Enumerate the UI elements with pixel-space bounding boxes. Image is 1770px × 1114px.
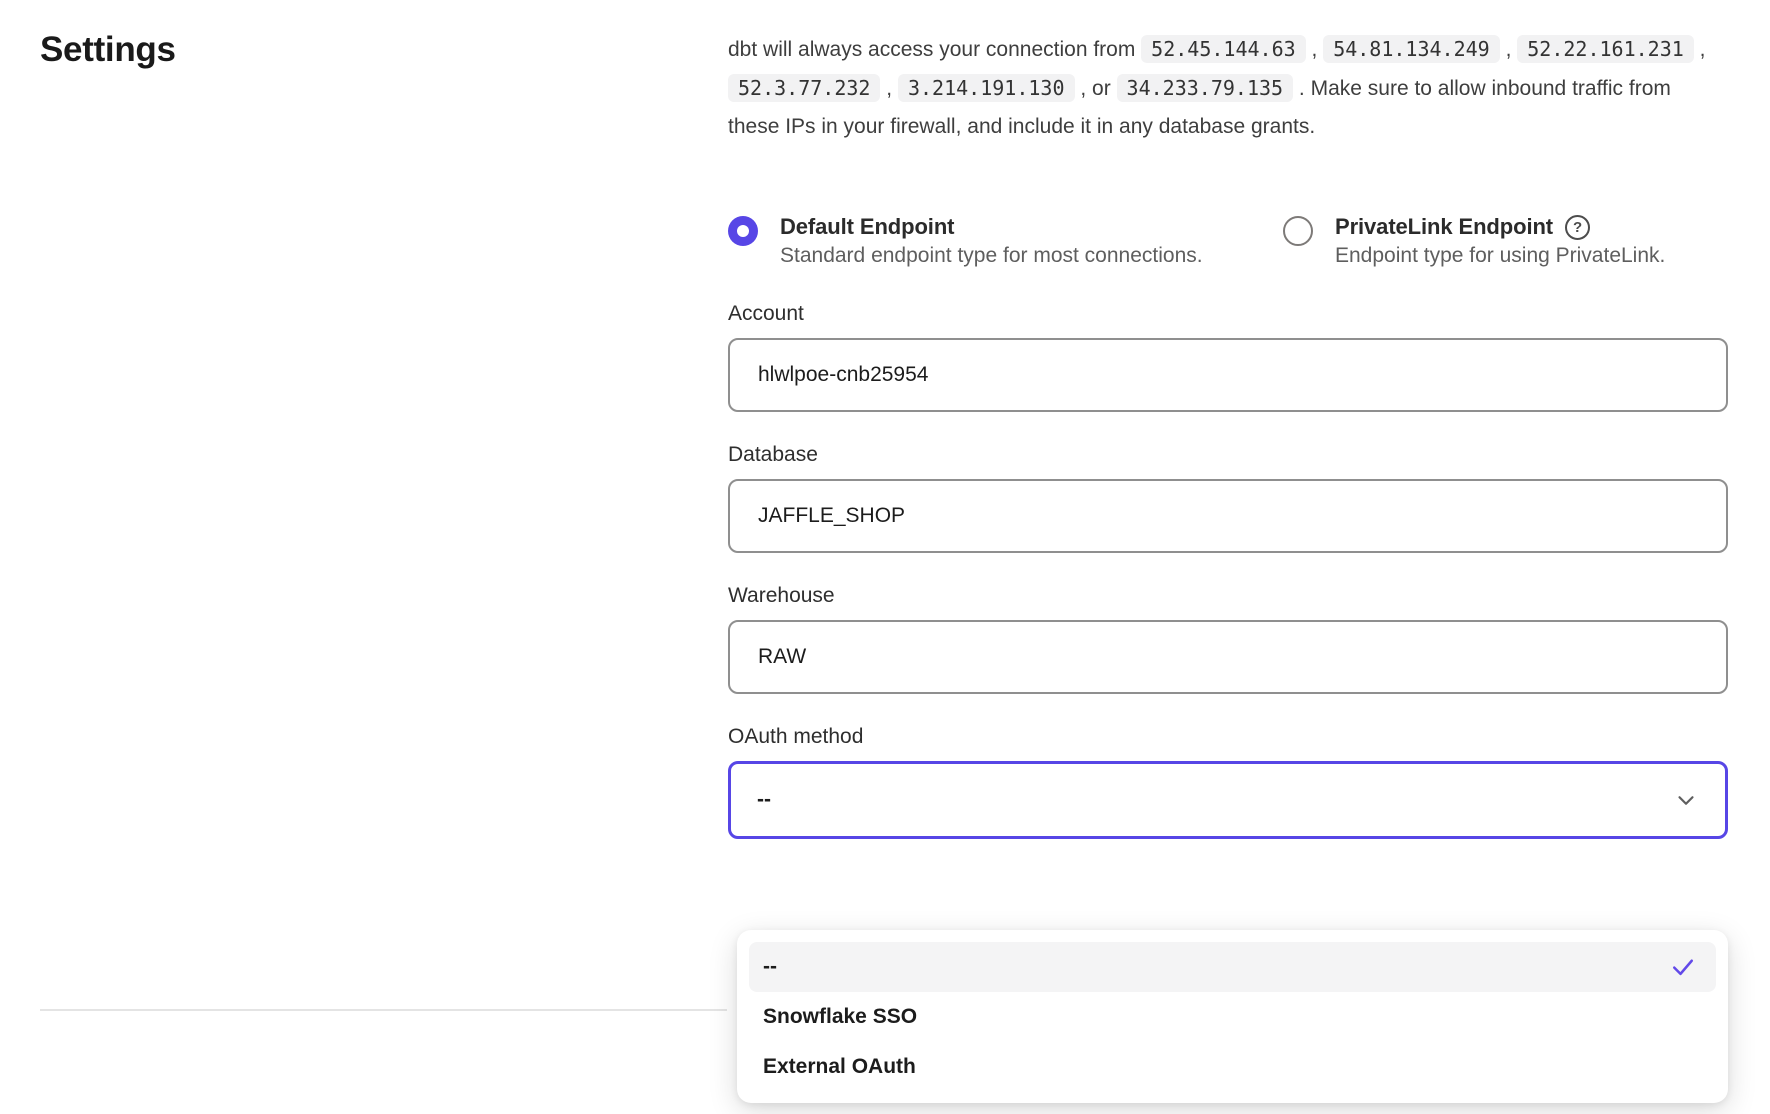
notice-text: , [1306, 38, 1324, 61]
option-label: Snowflake SSO [763, 1005, 917, 1029]
warehouse-input[interactable] [728, 620, 1728, 694]
field-group-oauth-method: OAuth method -- [728, 725, 1728, 839]
radio-option-privatelink-endpoint[interactable]: PrivateLink Endpoint ? Endpoint type for… [1283, 214, 1665, 272]
notice-text: , [1500, 38, 1518, 61]
select-value: -- [757, 788, 771, 812]
field-group-account: Account [728, 302, 1728, 412]
endpoint-type-radio-group: Default Endpoint Standard endpoint type … [728, 214, 1728, 272]
section-divider [40, 1009, 727, 1011]
account-input[interactable] [728, 338, 1728, 412]
option-label: -- [763, 955, 777, 979]
radio-description: Endpoint type for using PrivateLink. [1335, 244, 1665, 267]
radio-label: Default Endpoint [780, 214, 954, 240]
ip-chip: 54.81.134.249 [1323, 35, 1500, 63]
radio-texts: PrivateLink Endpoint ? Endpoint type for… [1335, 214, 1665, 272]
ip-chip: 3.214.191.130 [898, 74, 1075, 102]
connection-settings-panel: dbt will always access your connection f… [728, 30, 1728, 839]
radio-description: Standard endpoint type for most connecti… [780, 244, 1203, 267]
dropdown-option-none[interactable]: -- [749, 942, 1716, 992]
page-title: Settings [40, 30, 176, 70]
field-group-database: Database [728, 443, 1728, 553]
notice-text: , [880, 77, 898, 100]
radio-unselected-icon[interactable] [1283, 216, 1313, 246]
ip-chip: 52.22.161.231 [1517, 35, 1694, 63]
chevron-down-icon [1673, 787, 1699, 813]
field-label: Database [728, 443, 1728, 467]
notice-text: dbt will always access your connection f… [728, 38, 1141, 61]
radio-option-default-endpoint[interactable]: Default Endpoint Standard endpoint type … [728, 214, 1283, 272]
radio-texts: Default Endpoint Standard endpoint type … [780, 214, 1203, 272]
field-group-warehouse: Warehouse [728, 584, 1728, 694]
ip-chip: 52.45.144.63 [1141, 35, 1306, 63]
dropdown-option-external-oauth[interactable]: External OAuth [749, 1042, 1716, 1092]
notice-text: , or [1075, 77, 1117, 100]
radio-selected-icon[interactable] [728, 216, 758, 246]
radio-label: PrivateLink Endpoint [1335, 214, 1553, 240]
dropdown-option-snowflake-sso[interactable]: Snowflake SSO [749, 992, 1716, 1042]
field-label: Account [728, 302, 1728, 326]
settings-page: Settings dbt will always access your con… [0, 0, 1770, 1114]
ip-chip: 34.233.79.135 [1117, 74, 1294, 102]
option-label: External OAuth [763, 1055, 916, 1079]
ip-chip: 52.3.77.232 [728, 74, 880, 102]
database-input[interactable] [728, 479, 1728, 553]
ip-allowlist-notice: dbt will always access your connection f… [728, 30, 1728, 146]
help-question-icon[interactable]: ? [1565, 215, 1590, 240]
field-label: Warehouse [728, 584, 1728, 608]
check-icon [1668, 952, 1698, 982]
oauth-method-dropdown-menu: -- Snowflake SSO External OAuth [737, 930, 1728, 1103]
notice-text: , [1694, 38, 1706, 61]
field-label: OAuth method [728, 725, 1728, 749]
oauth-method-select[interactable]: -- [728, 761, 1728, 839]
